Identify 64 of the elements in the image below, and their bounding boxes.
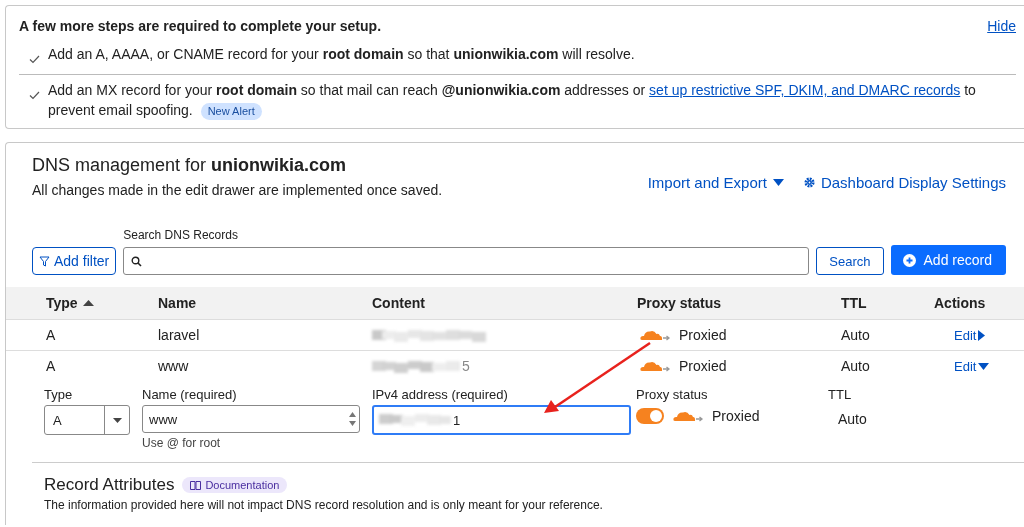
book-icon (190, 480, 202, 490)
caret-icon (772, 179, 784, 186)
check-icon (29, 55, 40, 64)
new-alert-badge: New Alert (200, 103, 262, 120)
plus-circle-icon (902, 253, 916, 267)
edit-link[interactable]: Edit (954, 327, 986, 343)
name-cell: www (158, 358, 189, 374)
caret-icon (112, 417, 122, 423)
search-field[interactable] (123, 247, 810, 275)
search-icon (131, 255, 143, 267)
name-field[interactable]: www (142, 405, 360, 433)
search-label: Search DNS Records (123, 228, 239, 242)
dns-subtitle: All changes made in the edit drawer are implemented once saved. (32, 182, 443, 198)
ttl-value: Auto (838, 411, 868, 427)
search-button[interactable]: Search (816, 247, 884, 275)
type-cell: A (46, 327, 56, 343)
column-header[interactable]: Type (46, 295, 158, 311)
field-label: Type (44, 387, 74, 402)
import-export-menu[interactable]: Import and Export (647, 167, 784, 198)
cloud-icon (639, 359, 671, 373)
proxy-toggle[interactable] (636, 408, 664, 424)
column-header[interactable]: Content (372, 295, 637, 311)
type-select[interactable]: A (44, 405, 130, 435)
ttl-cell: Auto (841, 358, 870, 374)
column-header[interactable]: Name (158, 295, 372, 311)
setup-step-text: Add an A, AAAA, or CNAME record for your root domain so that unionwikia.com will resolve. (48, 45, 636, 64)
proxy-status-cell: Proxied (679, 358, 727, 374)
column-header[interactable]: Proxy status (637, 295, 841, 311)
add-filter-button[interactable]: Add filter (32, 247, 117, 275)
ipv4-field[interactable]: 1 (372, 405, 631, 435)
column-header[interactable]: Actions (934, 295, 1024, 311)
setup-step-text: Add an MX record for your root domain so that mail can reach @unionwikia.com addresses or set up restrictive SPF, DKIM, and DMARC records to prevent email spoofing. New Alert (48, 81, 977, 120)
content-cell: 5 (462, 358, 470, 374)
section-title: Record Attributes (44, 475, 175, 495)
field-label: IPv4 address (required) (372, 387, 509, 402)
hide-link[interactable]: Hide (987, 18, 1016, 34)
proxy-status-text: Proxied (712, 408, 760, 424)
caret-down-icon (978, 362, 990, 370)
banner-title: A few more steps are required to complete your setup. (19, 18, 382, 34)
edit-link[interactable]: Edit (954, 358, 990, 374)
name-cell: laravel (158, 327, 200, 343)
spf-dkim-link[interactable]: set up restrictive SPF, DKIM, and DMARC records (649, 82, 961, 98)
ttl-cell: Auto (841, 327, 870, 343)
ipv4-value: 1 (453, 412, 461, 428)
check-icon (29, 91, 40, 100)
type-cell: A (46, 358, 56, 374)
field-label: Proxy status (636, 387, 709, 402)
add-record-button[interactable]: Add record (890, 245, 1006, 275)
filter-icon (39, 255, 50, 267)
documentation-link[interactable]: Documentation (182, 477, 288, 493)
spinner-icon (349, 411, 356, 427)
section-description: The information provided here will not impact DNS record resolution and is only meant for your reference. (44, 498, 604, 512)
gear-icon (803, 177, 815, 188)
proxy-status-cell: Proxied (679, 327, 727, 343)
blurred-content-drawing (379, 411, 451, 426)
field-label: Name (required) (142, 387, 238, 402)
cloud-icon (639, 328, 671, 342)
display-settings-link[interactable]: Dashboard Display Settings (803, 167, 1006, 198)
field-label: TTL (828, 387, 853, 402)
cloud-icon (672, 409, 704, 423)
column-header[interactable]: TTL (841, 295, 929, 311)
caret-right-icon (978, 329, 986, 341)
dns-title: DNS management for unionwikia.com (32, 155, 348, 176)
field-hint: Use @ for root (142, 436, 222, 450)
